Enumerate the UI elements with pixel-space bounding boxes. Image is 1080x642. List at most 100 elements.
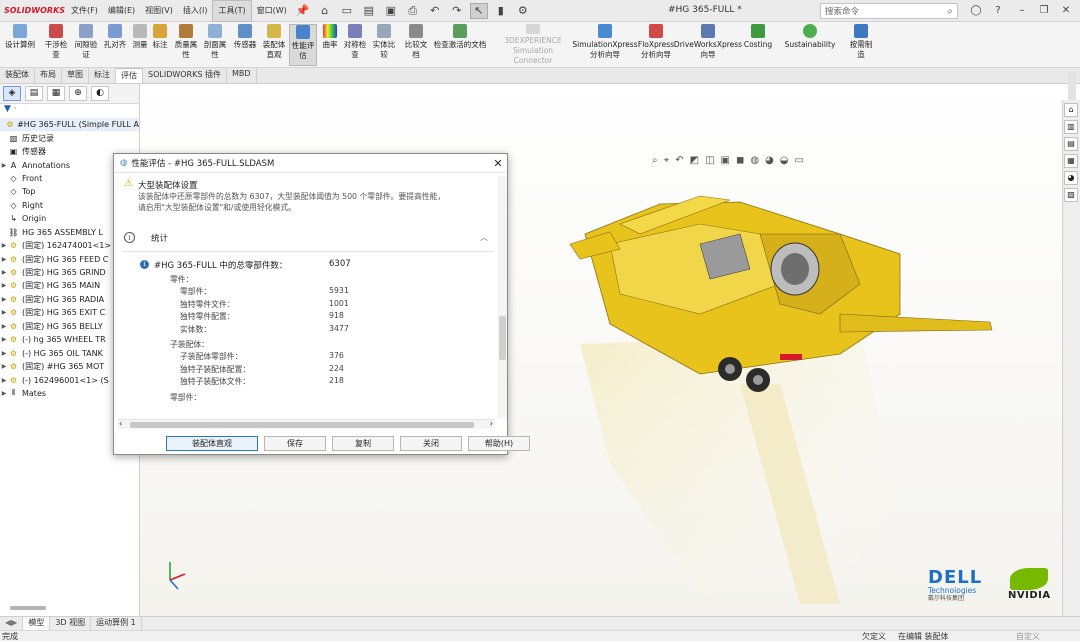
cmd-hole-alignment[interactable]: 孔对齐 bbox=[100, 24, 130, 66]
save-icon[interactable]: ▣ bbox=[382, 3, 400, 19]
display-manager-tab-icon[interactable]: ◐ bbox=[91, 86, 109, 101]
user-icon[interactable]: ◯ bbox=[968, 3, 984, 19]
pin-icon[interactable]: 📌 bbox=[294, 3, 312, 19]
view-palette-icon[interactable]: ▦ bbox=[1064, 154, 1078, 168]
cmd-clearance-verify[interactable]: 间隙验证 bbox=[72, 24, 100, 66]
status-units[interactable]: 自定义 bbox=[1016, 631, 1040, 642]
tree-root-assembly[interactable]: ⚙ #HG 365-FULL (Simple FULL A bbox=[0, 118, 139, 132]
help-icon[interactable]: ? bbox=[990, 3, 1006, 19]
close-button[interactable]: 关闭 bbox=[400, 436, 462, 451]
scroll-left-icon[interactable]: ‹ bbox=[119, 419, 122, 428]
appearances-icon[interactable]: ◕ bbox=[1064, 171, 1078, 185]
view-orientation-icon[interactable]: ▣ bbox=[721, 155, 730, 166]
design-library-icon[interactable]: ▥ bbox=[1064, 120, 1078, 134]
close-window-icon[interactable]: ✕ bbox=[1058, 3, 1074, 19]
feature-manager-tab-icon[interactable]: ◈ bbox=[3, 86, 21, 101]
hide-show-items-icon[interactable]: ◍ bbox=[750, 155, 759, 166]
cmd-design-study[interactable]: 设计算例 bbox=[2, 24, 38, 66]
cmd-compare-documents[interactable]: 比较文档 bbox=[402, 24, 430, 66]
cmd-mass-properties[interactable]: 质量属性 bbox=[172, 24, 200, 66]
custom-properties-icon[interactable]: ▧ bbox=[1064, 188, 1078, 202]
new-document-icon[interactable]: ▭ bbox=[338, 3, 356, 19]
cmd-sensor[interactable]: 传感器 bbox=[231, 24, 259, 66]
tab-sketch[interactable]: 草图 bbox=[62, 68, 89, 83]
save-button[interactable]: 保存 bbox=[264, 436, 326, 451]
search-commands-box[interactable]: 搜索命令 ⌕ bbox=[820, 3, 958, 19]
undo-icon[interactable]: ↶ bbox=[426, 3, 444, 19]
rebuild-icon[interactable]: ▮ bbox=[492, 3, 510, 19]
menu-tools[interactable]: 工具(T) bbox=[212, 0, 252, 22]
cmd-measure[interactable]: 测量 bbox=[131, 24, 149, 66]
solidworks-resources-icon[interactable]: ⌂ bbox=[1064, 103, 1078, 117]
tab-assembly[interactable]: 装配体 bbox=[0, 68, 35, 83]
cmd-check-active-document[interactable]: 检查激活的文档 bbox=[430, 24, 490, 66]
cmd-driveworksxpress[interactable]: DriveWorksXpress 向导 bbox=[674, 24, 742, 66]
cmd-performance-evaluation[interactable]: 性能评估 bbox=[289, 24, 317, 66]
cmd-simulationxpress[interactable]: SimulationXpress 分析向导 bbox=[572, 24, 638, 66]
help-button[interactable]: 帮助(H) bbox=[468, 436, 530, 451]
select-pointer-icon[interactable]: ↖ bbox=[469, 2, 488, 19]
apply-scene-icon[interactable]: ◒ bbox=[780, 155, 789, 166]
tab-model[interactable]: 模型 bbox=[23, 617, 51, 630]
home-icon[interactable]: ⌂ bbox=[316, 3, 334, 19]
tab-motion-study[interactable]: 运动算例 1 bbox=[91, 617, 142, 630]
panel-horizontal-scrollbar[interactable] bbox=[10, 606, 46, 610]
cmd-interference-check[interactable]: 干涉检查 bbox=[42, 24, 70, 66]
tab-solidworks-addins[interactable]: SOLIDWORKS 插件 bbox=[143, 68, 227, 83]
menu-window[interactable]: 窗口(W) bbox=[252, 0, 292, 22]
property-manager-tab-icon[interactable]: ▤ bbox=[25, 86, 43, 101]
cmd-sustainability[interactable]: Sustainability bbox=[785, 24, 835, 66]
tab-evaluate[interactable]: 评估 bbox=[116, 68, 143, 83]
options-gear-icon[interactable]: ⚙ bbox=[514, 3, 532, 19]
view-settings-icon[interactable]: ▭ bbox=[795, 155, 804, 166]
tab-nav-arrows[interactable]: ◀▶ bbox=[0, 617, 24, 630]
tab-markup[interactable]: 标注 bbox=[89, 68, 116, 83]
dynamic-annotation-icon[interactable]: ◫ bbox=[705, 155, 714, 166]
collapse-chevron-icon[interactable]: ︿ bbox=[480, 232, 488, 243]
zoom-to-fit-icon[interactable]: ⌕ bbox=[652, 155, 658, 166]
dialog-close-icon[interactable]: ✕ bbox=[489, 157, 507, 170]
configuration-manager-tab-icon[interactable]: ▦ bbox=[47, 86, 65, 101]
menu-edit[interactable]: 编辑(E) bbox=[103, 0, 140, 22]
previous-view-icon[interactable]: ↶ bbox=[675, 155, 683, 166]
edit-appearance-icon[interactable]: ◕ bbox=[765, 155, 774, 166]
solidworks-logo[interactable]: SOLIDWORKS bbox=[0, 6, 66, 15]
menu-insert[interactable]: 插入(I) bbox=[178, 0, 213, 22]
dialog-vertical-scrollbar[interactable] bbox=[498, 176, 507, 418]
scroll-thumb[interactable] bbox=[499, 316, 506, 360]
search-input[interactable]: 搜索命令 bbox=[825, 5, 859, 17]
cmd-curvature[interactable]: 曲率 bbox=[319, 24, 341, 66]
cmd-body-compare[interactable]: 实体比较 bbox=[370, 24, 398, 66]
cmd-section-properties[interactable]: 剖面属性 bbox=[201, 24, 229, 66]
dimxpert-tab-icon[interactable]: ⊕ bbox=[69, 86, 87, 101]
scroll-thumb[interactable] bbox=[130, 422, 474, 428]
assembly-visualization-button[interactable]: 装配体直观 bbox=[166, 436, 258, 451]
section-view-icon[interactable]: ◩ bbox=[690, 155, 699, 166]
graphics-top-scrollbar[interactable] bbox=[1068, 72, 1076, 100]
cmd-symmetry-check[interactable]: 对称检查 bbox=[342, 24, 368, 66]
minimize-icon[interactable]: – bbox=[1014, 3, 1030, 19]
cmd-costing[interactable]: Costing bbox=[743, 24, 773, 66]
cmd-make-on-demand[interactable]: 按需制造 bbox=[846, 24, 876, 66]
open-folder-icon[interactable]: ▤ bbox=[360, 3, 378, 19]
tab-layout[interactable]: 布局 bbox=[35, 68, 62, 83]
search-icon[interactable]: ⌕ bbox=[947, 6, 953, 17]
file-explorer-icon[interactable]: ▤ bbox=[1064, 137, 1078, 151]
print-icon[interactable]: ⎙ bbox=[404, 3, 422, 19]
dialog-horizontal-scrollbar[interactable]: ‹ › bbox=[118, 419, 494, 429]
cmd-floxpress[interactable]: FloXpress 分析向导 bbox=[637, 24, 675, 66]
tab-mbd[interactable]: MBD bbox=[227, 68, 257, 83]
display-style-icon[interactable]: ◼ bbox=[736, 155, 744, 166]
menu-view[interactable]: 视图(V) bbox=[140, 0, 178, 22]
statistics-section-header[interactable]: i 统计 ︿ bbox=[122, 224, 494, 252]
tree-filter-icon[interactable]: ▼ · bbox=[0, 104, 139, 118]
zoom-area-icon[interactable]: ⌖ bbox=[664, 155, 670, 166]
tab-3d-views[interactable]: 3D 视图 bbox=[50, 617, 92, 630]
tree-item-history[interactable]: ▧ 历史记录 bbox=[0, 131, 139, 144]
redo-icon[interactable]: ↷ bbox=[448, 3, 466, 19]
cmd-3dexperience-simulation[interactable]: 3DEXPERIENCE Simulation Connector bbox=[494, 24, 572, 66]
copy-button[interactable]: 复制 bbox=[332, 436, 394, 451]
menu-file[interactable]: 文件(F) bbox=[66, 0, 103, 22]
scroll-right-icon[interactable]: › bbox=[490, 419, 493, 428]
maximize-icon[interactable]: ❐ bbox=[1036, 3, 1052, 19]
